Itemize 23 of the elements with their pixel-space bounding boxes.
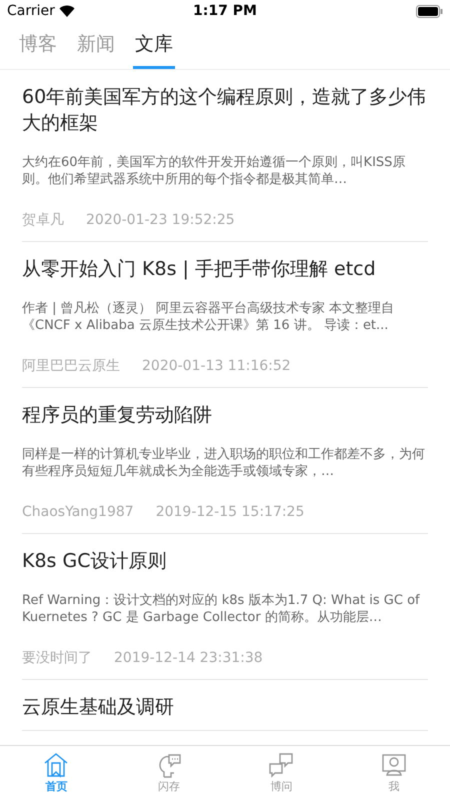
article-summary: 同样是一样的计算机专业毕业，进入职场的职位和工作都差不多，为何有些程序员短短几年就成长为全能选手或领域专家，… bbox=[22, 446, 426, 480]
article-date: 2020-01-23 19:52:25 bbox=[86, 211, 235, 230]
article-author: 贺卓凡 bbox=[22, 211, 64, 230]
article-title[interactable]: 云原生基础及调研 bbox=[22, 694, 428, 720]
article-title[interactable]: 从零开始入门 K8s | 手把手带你理解 etcd bbox=[22, 256, 428, 282]
article-author: ChaosYang1987 bbox=[22, 503, 134, 522]
article-date: 2019-12-14 23:31:38 bbox=[114, 649, 263, 668]
article-summary: 大约在60年前，美国军方的软件开发开始遵循一个原则，叫KISS原则。他们希望武器系统中所用的每个指令都是极其简单… bbox=[22, 154, 406, 188]
battery-icon bbox=[416, 4, 443, 18]
article-date: 2020-01-13 11:16:52 bbox=[142, 357, 291, 376]
article-summary: 作者 | 曾凡松（逐灵） 阿里云容器平台高级技术专家 本文整理自《CNCF x Alibaba 云原生技术公开课》第 16 讲。 导读：et... bbox=[22, 300, 395, 334]
wifi-icon bbox=[58, 5, 75, 17]
article-date: 2019-12-15 15:17:25 bbox=[156, 503, 304, 522]
article-title[interactable]: 程序员的重复劳动陷阱 bbox=[22, 402, 428, 428]
chat-bubbles-icon bbox=[267, 750, 296, 779]
clock: 1:17 PM bbox=[193, 2, 257, 20]
article-summary: Ref Warning：设计文档的对应的 k8s 版本为1.7 Q: What is GC of Kuernetes ? GC 是 Garbage Collector 的简称。从功能层… bbox=[22, 592, 421, 626]
article-title[interactable]: K8s GC设计原则 bbox=[22, 548, 428, 574]
tab[interactable]: 文库 bbox=[133, 22, 175, 69]
carrier-label: Carrier bbox=[7, 2, 55, 20]
article-title[interactable]: 60年前美国军方的这个编程原则，造就了多少伟大的框架 bbox=[22, 84, 428, 136]
article-author: 要没时间了 bbox=[22, 649, 92, 668]
article-author: 阿里巴巴云原生 bbox=[22, 357, 120, 376]
